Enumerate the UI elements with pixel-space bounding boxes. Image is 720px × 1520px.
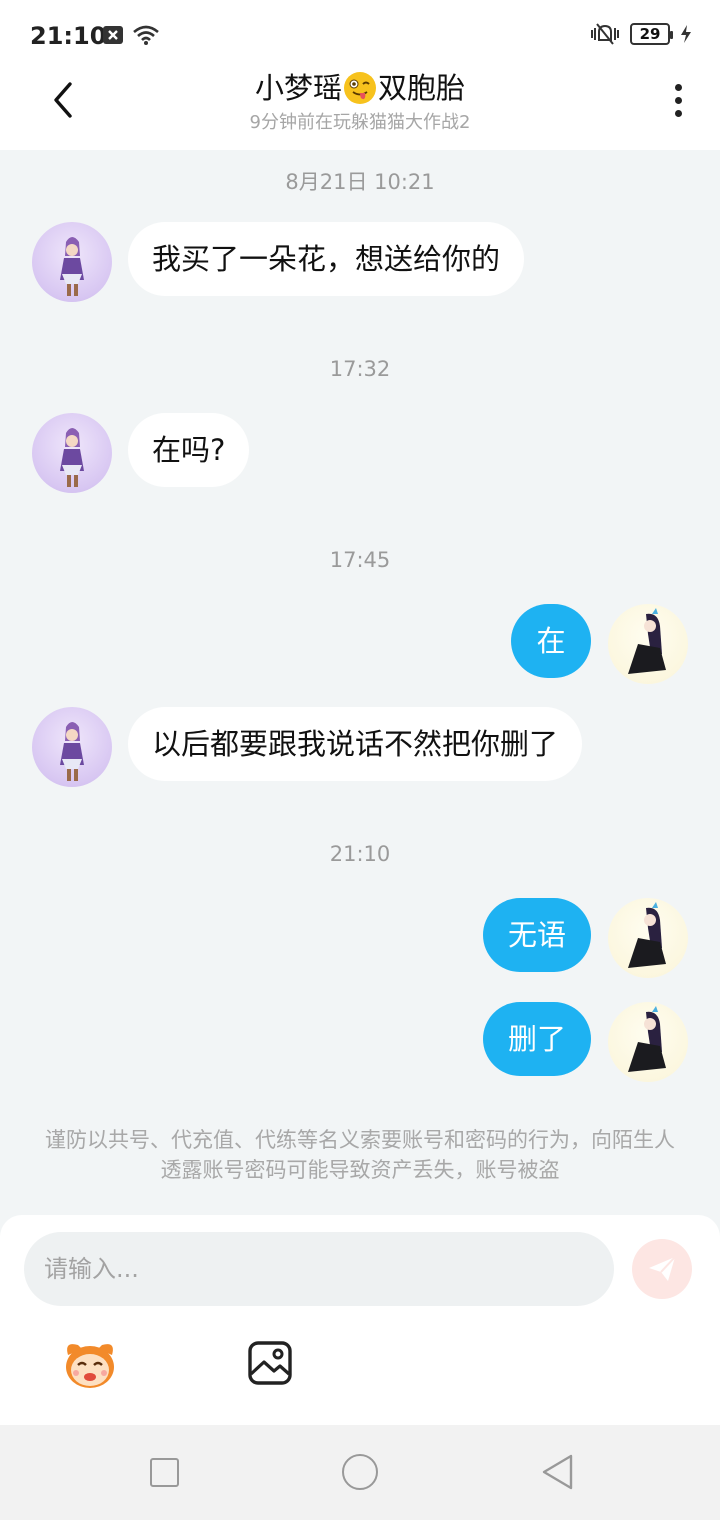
avatar-character-icon bbox=[60, 722, 84, 781]
chat-subtitle: 9分钟前在玩躲猫猫大作战2 bbox=[249, 112, 471, 133]
sticker-mascot-icon[interactable] bbox=[60, 1335, 120, 1391]
security-warning: 谨防以共号、代充值、代练等名义索要账号和密码的行为，向陌生人透露账号密码可能导致… bbox=[45, 1128, 675, 1182]
chat-title-suffix: 双胞胎 bbox=[378, 71, 466, 105]
message-timestamp: 17:32 bbox=[329, 357, 391, 381]
more-dot-icon bbox=[674, 84, 682, 91]
vibrate-icon bbox=[591, 23, 619, 45]
chat-messages[interactable]: 8月21日 10:21 我买了一朵花，想送给你的 17:32 在吗? 17:45… bbox=[0, 150, 720, 1215]
notification-x-icon bbox=[103, 26, 123, 44]
status-time: 21:10 bbox=[30, 22, 107, 50]
outgoing-message-bubble[interactable]: 无语 bbox=[483, 898, 591, 972]
contact-avatar[interactable] bbox=[32, 707, 112, 787]
contact-avatar[interactable] bbox=[32, 413, 112, 493]
avatar-character-icon bbox=[628, 608, 666, 674]
home-button[interactable] bbox=[342, 1454, 378, 1490]
more-dot-icon bbox=[674, 110, 682, 117]
incoming-message-bubble[interactable]: 我买了一朵花，想送给你的 bbox=[128, 222, 525, 296]
message-timestamp: 21:10 bbox=[329, 842, 391, 866]
chat-header: 小梦瑶 双胞胎 9分钟前在玩躲猫猫大作战2 bbox=[0, 70, 720, 150]
my-avatar[interactable] bbox=[608, 604, 688, 684]
my-avatar[interactable] bbox=[608, 1002, 688, 1082]
message-timestamp: 8月21日 10:21 bbox=[285, 170, 435, 194]
send-button[interactable] bbox=[632, 1239, 692, 1299]
image-picker-icon[interactable] bbox=[247, 1340, 293, 1386]
incoming-message-bubble[interactable]: 在吗? bbox=[128, 413, 250, 487]
message-input[interactable] bbox=[24, 1232, 614, 1306]
winking-tongue-emoji-icon bbox=[344, 72, 376, 104]
incoming-message-bubble[interactable]: 以后都要跟我说话不然把你删了 bbox=[128, 707, 583, 781]
wifi-icon bbox=[133, 25, 159, 45]
back-arrow-icon[interactable] bbox=[44, 80, 84, 120]
recent-apps-button[interactable] bbox=[150, 1458, 179, 1487]
outgoing-message-bubble[interactable]: 在 bbox=[511, 604, 591, 678]
charging-icon bbox=[681, 25, 691, 43]
outgoing-message-bubble[interactable]: 删了 bbox=[483, 1002, 591, 1076]
avatar-character-icon bbox=[60, 237, 84, 296]
send-plane-icon bbox=[649, 1256, 676, 1281]
chat-title-name: 小梦瑶 bbox=[254, 71, 342, 105]
message-timestamp: 17:45 bbox=[329, 548, 391, 572]
chat-title: 小梦瑶 双胞胎 bbox=[255, 70, 465, 106]
battery-level: 29 bbox=[639, 25, 661, 43]
message-composer bbox=[0, 1215, 720, 1425]
contact-avatar[interactable] bbox=[32, 222, 112, 302]
more-dot-icon bbox=[674, 97, 682, 104]
status-bar: 21:10 29 bbox=[0, 0, 720, 70]
more-menu-button[interactable] bbox=[670, 84, 686, 120]
avatar-character-icon bbox=[60, 428, 84, 487]
system-nav-bar bbox=[0, 1425, 720, 1520]
avatar-character-icon bbox=[628, 902, 666, 968]
battery-icon: 29 bbox=[630, 23, 673, 45]
nav-back-icon[interactable] bbox=[540, 1453, 574, 1491]
avatar-character-icon bbox=[628, 1006, 666, 1072]
my-avatar[interactable] bbox=[608, 898, 688, 978]
